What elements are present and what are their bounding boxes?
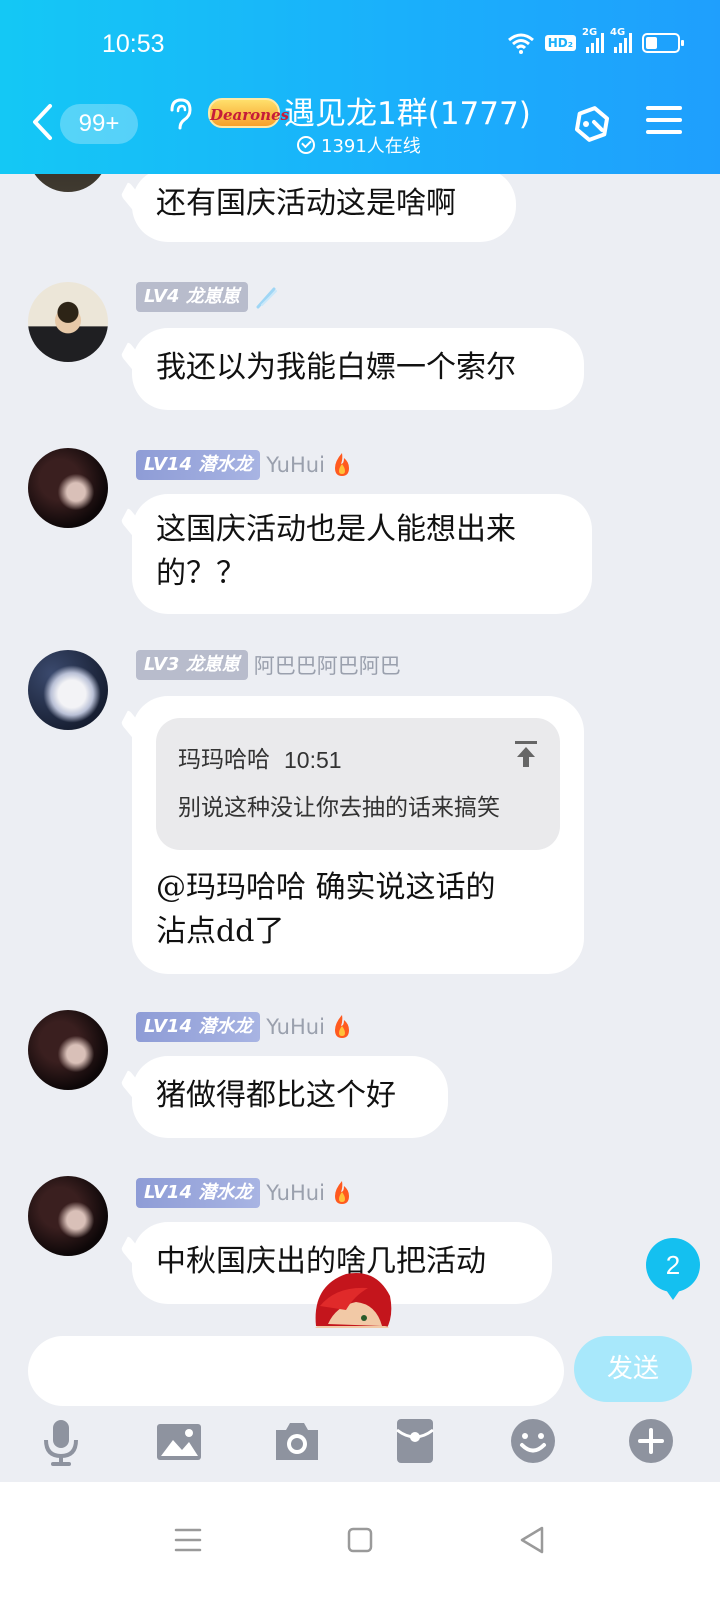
ear-icon[interactable] bbox=[164, 96, 194, 132]
quote-time: 10:51 bbox=[284, 747, 342, 773]
level-badge: LV14 潜水龙 bbox=[136, 1178, 261, 1208]
avatar[interactable] bbox=[28, 650, 108, 730]
fire-icon bbox=[334, 1181, 349, 1204]
chat-header: 10:53 HD₂ 2G 4G 99+ Dearones 遇见龙1群(1777)… bbox=[0, 0, 720, 174]
message-bubble[interactable]: 我还以为我能白嫖一个索尔 bbox=[132, 328, 584, 410]
flag-icon bbox=[256, 287, 277, 309]
nav-home-icon[interactable] bbox=[342, 1522, 378, 1558]
level-badge: LV4 龙崽崽 bbox=[136, 282, 248, 312]
red-packet-icon[interactable] bbox=[390, 1416, 440, 1466]
sim2-label: 4G bbox=[610, 27, 626, 38]
sender-row: LV14 潜水龙 YuHui bbox=[136, 1012, 353, 1042]
message-bubble[interactable]: 还有国庆活动这是啥啊 bbox=[132, 174, 516, 242]
avatar[interactable] bbox=[28, 448, 108, 528]
back-icon[interactable] bbox=[30, 102, 54, 142]
avatar[interactable] bbox=[28, 282, 108, 362]
menu-icon[interactable] bbox=[646, 106, 682, 138]
sim2-signal-icon: 4G bbox=[610, 27, 632, 53]
new-message-badge[interactable]: 2 bbox=[646, 1238, 700, 1300]
message-bubble[interactable]: 玛玛哈哈 10:51 别说这种没让你去抽的话来搞笑 @玛玛哈哈 确实说这话的 沾… bbox=[132, 696, 584, 974]
group-title[interactable]: 遇见龙1群(1777) bbox=[284, 88, 531, 133]
message-input[interactable] bbox=[28, 1336, 564, 1406]
nav-menu-icon[interactable] bbox=[170, 1522, 206, 1558]
quoted-message[interactable]: 玛玛哈哈 10:51 别说这种没让你去抽的话来搞笑 bbox=[156, 718, 560, 850]
sender-nickname: YuHui bbox=[266, 1181, 325, 1205]
message-text-line: 沾点dd了 bbox=[156, 914, 285, 949]
message-text: 我还以为我能白嫖一个索尔 bbox=[156, 350, 516, 385]
message-text-line: 的？？ bbox=[156, 556, 246, 591]
message-list[interactable]: 还有国庆活动这是啥啊 LV4 龙崽崽 我还以为我能白嫖一个索尔 LV14 潜水龙… bbox=[0, 174, 720, 1358]
message-text: 猪做得都比这个好 bbox=[156, 1078, 396, 1113]
sim1-signal-icon: 2G bbox=[582, 27, 604, 53]
message-text-line: 这国庆活动也是人能想出来 bbox=[156, 512, 516, 547]
level-badge: LV3 龙崽崽 bbox=[136, 650, 248, 680]
emoji-icon[interactable] bbox=[508, 1416, 558, 1466]
avatar[interactable] bbox=[28, 1176, 108, 1256]
system-navbar bbox=[0, 1482, 720, 1600]
image-icon[interactable] bbox=[154, 1416, 204, 1466]
message-text-line: @玛玛哈哈 确实说这话的 bbox=[156, 870, 496, 905]
quote-text: 别说这种没让你去抽的话来搞笑 bbox=[178, 795, 500, 821]
message-bubble[interactable]: 猪做得都比这个好 bbox=[132, 1056, 448, 1138]
online-status: 1391人在线 bbox=[297, 132, 421, 158]
status-icons: HD₂ 2G 4G bbox=[507, 27, 684, 54]
group-logo: Dearones bbox=[208, 98, 289, 128]
hd-badge: HD₂ bbox=[544, 35, 576, 51]
microphone-icon[interactable] bbox=[36, 1416, 86, 1466]
fire-icon bbox=[334, 453, 349, 476]
quote-author: 玛玛哈哈 bbox=[178, 747, 270, 773]
online-text: 1391人在线 bbox=[321, 136, 421, 157]
sender-nickname: YuHui bbox=[266, 453, 325, 477]
fire-icon bbox=[334, 1015, 349, 1038]
avatar[interactable] bbox=[28, 1010, 108, 1090]
status-time: 10:53 bbox=[102, 30, 165, 58]
nav-back-icon[interactable] bbox=[514, 1522, 550, 1558]
online-check-icon bbox=[297, 136, 315, 154]
unread-count-badge[interactable]: 99+ bbox=[60, 104, 138, 144]
sim1-label: 2G bbox=[582, 27, 598, 38]
camera-icon[interactable] bbox=[272, 1416, 322, 1466]
share-icon[interactable] bbox=[566, 100, 614, 148]
message-text: 还有国庆活动这是啥啊 bbox=[156, 186, 456, 221]
level-badge: LV14 潜水龙 bbox=[136, 1012, 261, 1042]
sender-nickname: 阿巴巴阿巴阿巴 bbox=[253, 654, 401, 678]
send-button[interactable]: 发送 bbox=[574, 1336, 692, 1402]
tool-row bbox=[0, 1416, 720, 1472]
avatar[interactable] bbox=[28, 174, 108, 192]
sender-row: LV3 龙崽崽 阿巴巴阿巴阿巴 bbox=[136, 650, 401, 680]
input-bar: 发送 bbox=[0, 1328, 720, 1480]
wifi-icon bbox=[507, 33, 534, 54]
quote-jump-icon[interactable] bbox=[514, 740, 538, 768]
message-bubble[interactable]: 这国庆活动也是人能想出来 的？？ bbox=[132, 494, 592, 614]
sender-nickname: YuHui bbox=[266, 1015, 325, 1039]
plus-icon[interactable] bbox=[626, 1416, 676, 1466]
sender-row: LV4 龙崽崽 bbox=[136, 282, 278, 312]
sender-row: LV14 潜水龙 YuHui bbox=[136, 450, 353, 480]
battery-icon bbox=[642, 33, 684, 53]
sender-row: LV14 潜水龙 YuHui bbox=[136, 1178, 353, 1208]
level-badge: LV14 潜水龙 bbox=[136, 450, 261, 480]
